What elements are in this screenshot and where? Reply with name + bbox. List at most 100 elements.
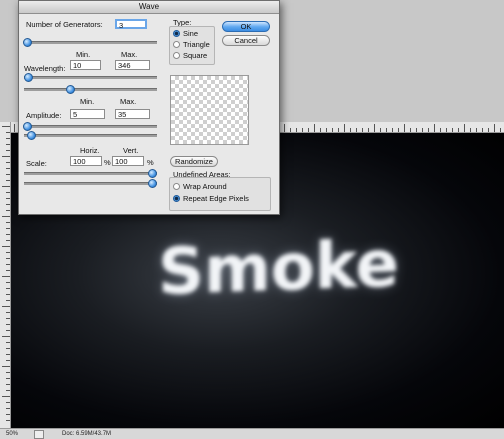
- ruler-tick: [6, 372, 10, 373]
- scale-vert-slider-track[interactable]: [24, 182, 157, 185]
- generators-label: Number of Generators:: [26, 20, 103, 29]
- randomize-button[interactable]: Randomize: [170, 156, 218, 167]
- scale-horiz-field[interactable]: 100: [70, 156, 102, 166]
- ruler-tick: [470, 128, 471, 132]
- ruler-tick: [6, 174, 10, 175]
- smoke-text: Smoke: [158, 228, 399, 308]
- amplitude-min-field[interactable]: 5: [70, 109, 105, 119]
- wavelength-max-slider-knob[interactable]: [66, 85, 75, 94]
- ruler-tick: [368, 128, 369, 132]
- ruler-tick: [6, 180, 10, 181]
- ruler-tick: [428, 128, 429, 132]
- repeat-edge-pixels-radio[interactable]: [173, 195, 180, 202]
- ruler-tick: [464, 124, 465, 132]
- ruler-tick: [6, 360, 10, 361]
- wavelength-min-slider-track[interactable]: [24, 76, 157, 79]
- ruler-tick: [6, 204, 10, 205]
- scale-vert-header: Vert.: [123, 146, 139, 155]
- ruler-tick: [488, 128, 489, 132]
- ruler-tick: [290, 128, 291, 132]
- ruler-tick: [326, 128, 327, 132]
- wrap-around-radio[interactable]: [173, 183, 180, 190]
- wavelength-label: Wavelength:: [24, 64, 66, 73]
- ruler-tick: [338, 128, 339, 132]
- ruler-tick: [6, 162, 10, 163]
- scale-horiz-header: Horiz.: [80, 146, 100, 155]
- amplitude-min-slider-knob[interactable]: [23, 122, 32, 131]
- ruler-tick: [350, 128, 351, 132]
- ruler-tick: [2, 126, 10, 127]
- ruler-tick: [404, 124, 405, 132]
- wrap-around-label[interactable]: Wrap Around: [183, 182, 227, 191]
- scale-vert-field[interactable]: 100: [112, 156, 144, 166]
- ruler-tick: [6, 234, 10, 235]
- ruler-tick: [416, 128, 417, 132]
- ruler-tick: [6, 420, 10, 421]
- ruler-tick: [2, 396, 10, 397]
- wavelength-max-slider-track[interactable]: [24, 88, 157, 91]
- ruler-tick: [6, 348, 10, 349]
- ruler-tick: [6, 270, 10, 271]
- amplitude-min-header: Min.: [80, 97, 95, 106]
- ruler-tick: [494, 124, 495, 132]
- ruler-tick: [440, 128, 441, 132]
- ruler-tick: [6, 390, 10, 391]
- ruler-tick: [320, 128, 321, 132]
- ruler-tick: [398, 128, 399, 132]
- ruler-tick: [308, 128, 309, 132]
- scale-vert-slider-knob[interactable]: [148, 179, 157, 188]
- wavelength-min-field[interactable]: 10: [70, 60, 101, 70]
- dialog-titlebar[interactable]: Wave: [19, 1, 279, 14]
- ruler-tick: [6, 354, 10, 355]
- ruler-tick: [6, 132, 10, 133]
- amplitude-label: Amplitude:: [26, 111, 62, 120]
- amplitude-max-slider-knob[interactable]: [27, 131, 36, 140]
- ruler-tick: [296, 128, 297, 132]
- ok-button[interactable]: OK: [222, 21, 270, 32]
- type-square-radio[interactable]: [173, 52, 180, 59]
- ruler-tick: [6, 300, 10, 301]
- ruler-tick: [6, 342, 10, 343]
- ruler-tick: [2, 336, 10, 337]
- ruler-tick: [356, 128, 357, 132]
- type-triangle-label[interactable]: Triangle: [183, 40, 210, 49]
- generators-slider-track[interactable]: [24, 41, 157, 44]
- scale-horiz-slider-track[interactable]: [24, 172, 157, 175]
- undefined-areas-radio-group: Wrap Around Repeat Edge Pixels: [169, 177, 271, 211]
- ruler-tick: [6, 408, 10, 409]
- type-sine-radio[interactable]: [173, 30, 180, 37]
- preview-thumbnail[interactable]: [170, 75, 249, 145]
- ruler-tick: [2, 186, 10, 187]
- ruler-tick: [6, 378, 10, 379]
- ruler-tick: [6, 252, 10, 253]
- wave-dialog: Wave Number of Generators: 3 Min. Max. W…: [18, 0, 280, 215]
- scale-vert-percent: %: [147, 158, 154, 167]
- amplitude-min-slider-track[interactable]: [24, 125, 157, 128]
- amplitude-max-slider-track[interactable]: [24, 134, 157, 137]
- type-sine-label[interactable]: Sine: [183, 29, 198, 38]
- generators-slider-knob[interactable]: [23, 38, 32, 47]
- type-square-label[interactable]: Square: [183, 51, 207, 60]
- ruler-tick: [284, 124, 285, 132]
- wavelength-max-field[interactable]: 346: [115, 60, 150, 70]
- ruler-tick: [500, 128, 501, 132]
- ruler-tick: [6, 198, 10, 199]
- scale-label: Scale:: [26, 159, 47, 168]
- wavelength-min-header: Min.: [76, 50, 91, 59]
- cancel-button[interactable]: Cancel: [222, 35, 270, 46]
- ruler-tick: [410, 128, 411, 132]
- repeat-edge-pixels-label[interactable]: Repeat Edge Pixels: [183, 194, 249, 203]
- ruler-tick: [344, 124, 345, 132]
- scale-horiz-slider-knob[interactable]: [148, 169, 157, 178]
- amplitude-max-field[interactable]: 35: [115, 109, 150, 119]
- ruler-tick: [6, 288, 10, 289]
- type-triangle-radio[interactable]: [173, 41, 180, 48]
- dialog-title: Wave: [138, 2, 160, 11]
- ruler-tick: [314, 124, 315, 132]
- generators-field[interactable]: 3: [115, 19, 147, 30]
- ruler-tick: [6, 150, 10, 151]
- wavelength-min-slider-knob[interactable]: [24, 73, 33, 82]
- ruler-tick: [14, 124, 15, 132]
- ruler-tick: [6, 138, 10, 139]
- ruler-tick: [2, 156, 10, 157]
